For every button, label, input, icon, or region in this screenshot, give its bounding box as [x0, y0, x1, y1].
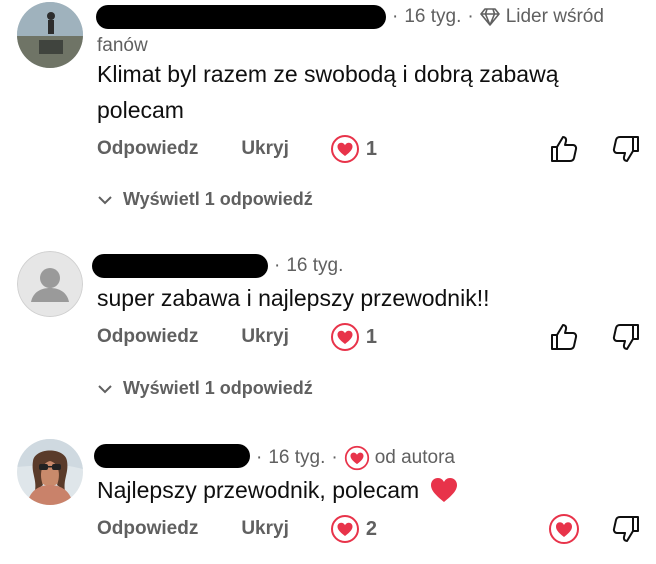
author-badge-label: od autora: [374, 447, 455, 468]
creator-heart: 1: [330, 323, 377, 351]
comment-text: super zabawa i najlepszy przewodnik!!: [97, 285, 490, 311]
timestamp: 16 tyg.: [286, 255, 344, 276]
fan-badge: Lider wśród: [479, 6, 604, 28]
redacted-username: [96, 5, 386, 29]
thumbs-up-icon[interactable]: [548, 133, 580, 165]
comment-meta: · 16 tyg. · Lider wśród: [392, 6, 604, 28]
heart-badge-icon: [344, 445, 369, 471]
reply-button[interactable]: Odpowiedz: [97, 138, 198, 160]
heart-button-icon[interactable]: [548, 513, 580, 545]
heart-count: 1: [365, 137, 377, 160]
avatar-user-3[interactable]: [17, 439, 83, 505]
heart-emoji: [429, 476, 459, 504]
default-avatar-icon: [17, 251, 83, 317]
avatar-photo: [17, 2, 83, 68]
thumbs-down-icon[interactable]: [610, 321, 642, 353]
comment-meta: · 16 tyg.: [274, 255, 344, 276]
fan-badge-label-continued: fanów: [97, 35, 148, 56]
view-replies-label: Wyświetl 1 odpowiedź: [123, 378, 313, 398]
hide-button[interactable]: Ukryj: [241, 326, 289, 348]
thumbs-up-icon[interactable]: [548, 321, 580, 353]
creator-heart: 1: [330, 135, 377, 163]
heart-count: 2: [365, 517, 377, 540]
heart-badge-icon: [330, 323, 359, 351]
timestamp: 16 tyg.: [268, 447, 326, 468]
comment-1: · 16 tyg. · Lider wśród fanów Klimat byl…: [0, 0, 656, 225]
red-heart-emoji-icon: [431, 478, 458, 502]
view-replies-label: Wyświetl 1 odpowiedź: [123, 189, 313, 209]
heart-badge-icon: [330, 515, 359, 543]
chevron-down-icon: [98, 384, 112, 393]
comment-text: Klimat byl razem ze swobodą i dobrą zaba…: [97, 61, 559, 123]
thumbs-down-icon[interactable]: [610, 133, 642, 165]
avatar-photo: [17, 439, 83, 505]
view-replies-button[interactable]: Wyświetl 1 odpowiedź: [97, 378, 313, 399]
hide-button[interactable]: Ukryj: [241, 138, 289, 160]
redacted-username: [94, 444, 250, 468]
avatar-user-2[interactable]: [17, 251, 83, 317]
thumbs-down-icon[interactable]: [610, 513, 642, 545]
hide-button[interactable]: Ukryj: [241, 518, 289, 540]
diamond-icon: [479, 8, 500, 26]
avatar-user-1[interactable]: [17, 2, 83, 68]
heart-count: 1: [365, 325, 377, 348]
author-heart-badge: od autora: [344, 445, 455, 471]
comment-meta: · 16 tyg. · od autora: [250, 445, 455, 471]
comment-2: · 16 tyg. super zabawa i najlepszy przew…: [0, 225, 656, 425]
comment-text: Najlepszy przewodnik, polecam: [97, 472, 459, 508]
view-replies-button[interactable]: Wyświetl 1 odpowiedź: [97, 189, 313, 210]
chevron-down-icon: [98, 195, 112, 204]
redacted-username: [92, 254, 268, 278]
reply-button[interactable]: Odpowiedz: [97, 518, 198, 540]
comment-3: · 16 tyg. · od autora Najlepszy przewodn…: [0, 425, 656, 564]
creator-heart: 2: [330, 515, 377, 543]
timestamp: 16 tyg.: [404, 6, 462, 27]
fan-badge-label: Lider wśród: [505, 6, 604, 27]
heart-badge-icon: [330, 135, 359, 163]
reply-button[interactable]: Odpowiedz: [97, 326, 198, 348]
